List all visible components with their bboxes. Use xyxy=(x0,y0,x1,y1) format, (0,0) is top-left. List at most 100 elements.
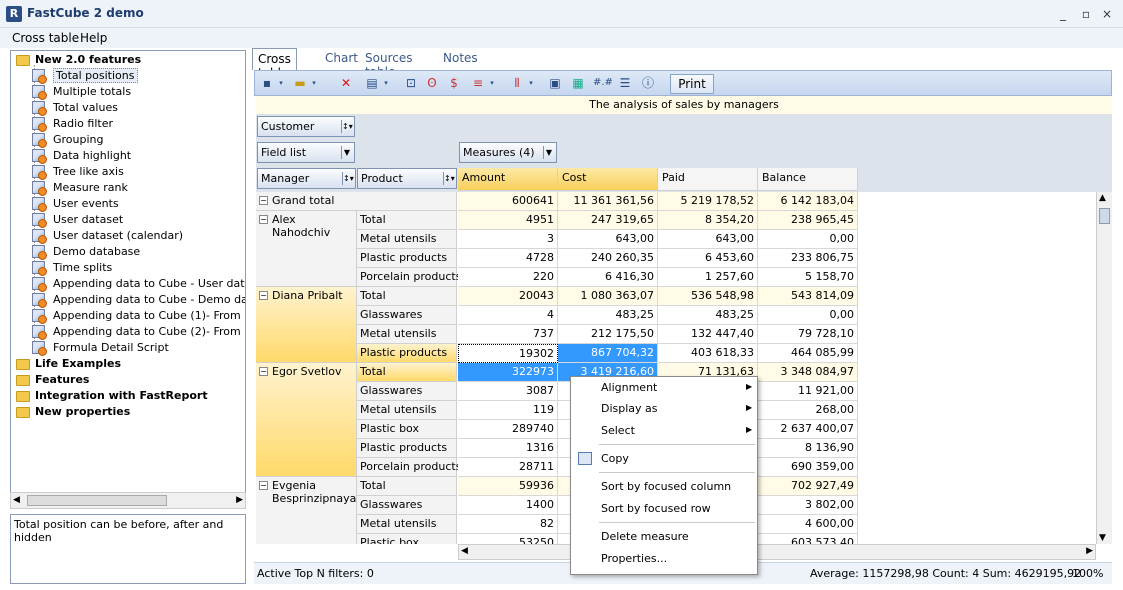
close-button[interactable]: × xyxy=(1098,5,1116,23)
menu-item-sort-row[interactable]: Sort by focused row xyxy=(601,502,711,520)
collapse-icon[interactable]: − xyxy=(259,196,268,205)
row-header-product[interactable]: Porcelain products xyxy=(357,458,461,477)
filter-icon[interactable]: ʘ xyxy=(423,74,441,92)
grid-cell[interactable]: 536 548,98 xyxy=(658,287,758,306)
column-header-paid[interactable]: Paid xyxy=(658,168,758,191)
row-header-product[interactable]: Metal utensils xyxy=(357,325,457,344)
menu-item-delete-measure[interactable]: Delete measure xyxy=(601,530,689,548)
menu-item-sort-column[interactable]: Sort by focused column xyxy=(601,480,731,498)
grid-cell[interactable]: 603 573,40 xyxy=(758,534,858,544)
scroll-left-icon[interactable]: ◀ xyxy=(461,546,468,556)
columns-icon[interactable]: ⫴ xyxy=(508,74,526,92)
row-header-product[interactable]: Metal utensils xyxy=(357,515,457,534)
grid-cell[interactable]: 6 416,30 xyxy=(558,268,658,287)
customer-field[interactable]: Customer ↕▾ xyxy=(257,116,355,137)
export-icon[interactable]: ⊡ xyxy=(402,74,420,92)
delete-icon[interactable]: ✕ xyxy=(337,74,355,92)
scroll-left-icon[interactable]: ◀ xyxy=(13,495,20,505)
grid-cell[interactable]: 289740 xyxy=(458,420,558,439)
row-header-product[interactable]: Plastic box xyxy=(357,420,457,439)
collapse-icon[interactable]: − xyxy=(259,215,268,224)
scroll-down-icon[interactable]: ▼ xyxy=(1099,533,1106,543)
row-header-manager[interactable]: − Egor Svetlov xyxy=(256,363,357,477)
grid-cell[interactable]: 543 814,09 xyxy=(758,287,858,306)
row-header-manager[interactable]: − Diana Pribalt xyxy=(256,287,357,363)
row-header-product[interactable]: Total xyxy=(357,363,457,382)
highlight-icon[interactable]: ▦ xyxy=(569,74,587,92)
grid-cell[interactable]: 322973 xyxy=(458,363,558,382)
tree-horizontal-scrollbar[interactable]: ◀ ▶ xyxy=(10,492,246,509)
columns-dropdown-icon[interactable]: ▾ xyxy=(527,74,535,92)
row-header-manager[interactable]: − Grand total xyxy=(256,192,457,211)
column-header-amount[interactable]: Amount xyxy=(458,168,558,191)
grid-cell[interactable]: 643,00 xyxy=(558,230,658,249)
grid-cell[interactable]: 737 xyxy=(458,325,558,344)
rows-icon[interactable]: ≡ xyxy=(469,74,487,92)
scroll-right-icon[interactable]: ▶ xyxy=(1086,546,1093,556)
grid-cell[interactable]: 464 085,99 xyxy=(758,344,858,363)
grid-cell[interactable]: 268,00 xyxy=(758,401,858,420)
menu-item-alignment[interactable]: Alignment xyxy=(601,381,657,399)
grid-cell[interactable]: 3087 xyxy=(458,382,558,401)
tab-chart[interactable]: Chart xyxy=(320,48,363,70)
grid-cell[interactable]: 240 260,35 xyxy=(558,249,658,268)
number-format-icon[interactable]: #.# xyxy=(593,74,613,92)
grid-cell[interactable]: 233 806,75 xyxy=(758,249,858,268)
grid-cell[interactable]: 702 927,49 xyxy=(758,477,858,496)
grid-cell[interactable]: 5 158,70 xyxy=(758,268,858,287)
grid-cell[interactable]: 11 921,00 xyxy=(758,382,858,401)
row-header-product[interactable]: Total xyxy=(357,211,457,230)
row-header-manager[interactable]: − Evgenia Besprinzipnaya xyxy=(256,477,357,544)
grid-cell[interactable]: 212 175,50 xyxy=(558,325,658,344)
grid-cell[interactable]: 483,25 xyxy=(558,306,658,325)
grid-vertical-scrollbar[interactable]: ▲ ▼ xyxy=(1096,192,1112,544)
grid-cell[interactable]: 53250 xyxy=(458,534,558,544)
grid-cell[interactable]: 220 xyxy=(458,268,558,287)
grid-cell[interactable]: 867 704,32 xyxy=(558,344,658,363)
row-header-product[interactable]: Plastic products xyxy=(357,439,457,458)
product-field[interactable]: Product ↕▾ xyxy=(357,168,457,189)
open-folder-icon[interactable]: ▬ xyxy=(291,74,309,92)
rows-dropdown-icon[interactable]: ▾ xyxy=(488,74,496,92)
info-icon[interactable]: ⓘ xyxy=(639,74,657,92)
chevron-down-icon[interactable]: ▼ xyxy=(543,146,554,159)
grid-cell[interactable]: 0,00 xyxy=(758,230,858,249)
print-button[interactable]: Print xyxy=(670,74,714,94)
collapse-icon[interactable]: − xyxy=(259,367,268,376)
menu-help[interactable]: Help xyxy=(80,31,107,45)
grid-cell[interactable]: 3 348 084,97 xyxy=(758,363,858,382)
scroll-right-icon[interactable]: ▶ xyxy=(236,495,243,505)
grid-cell[interactable]: 238 965,45 xyxy=(758,211,858,230)
grid-cell[interactable]: 2 637 400,07 xyxy=(758,420,858,439)
tab-cross-table[interactable]: Cross table xyxy=(252,48,297,80)
grid-cell[interactable]: 132 447,40 xyxy=(658,325,758,344)
sort-filter-icon[interactable]: ↕▾ xyxy=(443,172,455,185)
save-dropdown-icon[interactable]: ▾ xyxy=(277,74,285,92)
grid-cell[interactable]: 82 xyxy=(458,515,558,534)
menu-item-display-as[interactable]: Display as xyxy=(601,402,658,420)
grid-cell[interactable]: 79 728,10 xyxy=(758,325,858,344)
row-header-product[interactable]: Plastic products xyxy=(357,344,457,363)
grid-cell[interactable]: 8 136,90 xyxy=(758,439,858,458)
field-list-dropdown[interactable]: Field list ▼ xyxy=(257,142,355,163)
grid-cell[interactable]: 247 319,65 xyxy=(558,211,658,230)
sort-filter-icon[interactable]: ↕▾ xyxy=(341,120,353,133)
chevron-down-icon[interactable]: ▼ xyxy=(341,146,352,159)
row-header-product[interactable]: Plastic box xyxy=(357,534,457,544)
row-header-product[interactable]: Total xyxy=(357,287,457,306)
open-dropdown-icon[interactable]: ▾ xyxy=(310,74,318,92)
grid-cell[interactable]: 3 802,00 xyxy=(758,496,858,515)
grid-cell[interactable]: 643,00 xyxy=(658,230,758,249)
row-header-product[interactable]: Glasswares xyxy=(357,496,457,515)
column-header-cost[interactable]: Cost xyxy=(558,168,658,191)
grid-horizontal-scrollbar[interactable]: ◀ ▶ xyxy=(458,544,1096,560)
menu-item-properties[interactable]: Properties... xyxy=(601,552,667,570)
examples-tree[interactable]: New 2.0 features Total positions Multiple … xyxy=(10,50,246,509)
minimize-button[interactable]: _ xyxy=(1054,5,1072,23)
grid-cell[interactable]: 1 080 363,07 xyxy=(558,287,658,306)
grid-cell[interactable]: 4 xyxy=(458,306,558,325)
grid-cell[interactable]: 3 xyxy=(458,230,558,249)
row-header-product[interactable]: Metal utensils xyxy=(357,230,457,249)
menu-cross-table[interactable]: Cross table xyxy=(12,31,79,45)
copy-dropdown-icon[interactable]: ▾ xyxy=(382,74,390,92)
